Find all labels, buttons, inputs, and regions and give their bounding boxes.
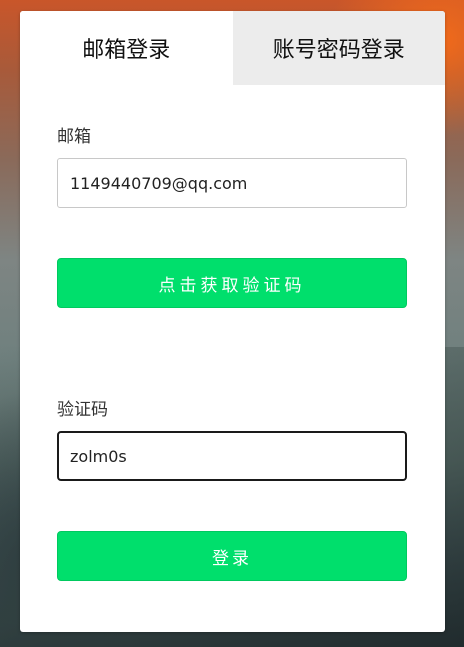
login-button[interactable]: 登录 bbox=[57, 531, 407, 581]
form-spacer bbox=[57, 308, 408, 398]
tab-email-login[interactable]: 邮箱登录 bbox=[20, 11, 233, 85]
login-tabs: 邮箱登录 账号密码登录 bbox=[20, 11, 445, 85]
login-card: 邮箱登录 账号密码登录 邮箱 点击获取验证码 验证码 登录 bbox=[20, 11, 445, 632]
email-label: 邮箱 bbox=[57, 127, 91, 147]
code-label: 验证码 bbox=[57, 400, 108, 420]
get-code-button[interactable]: 点击获取验证码 bbox=[57, 258, 407, 308]
login-form: 邮箱 点击获取验证码 验证码 登录 bbox=[20, 125, 445, 581]
email-input[interactable] bbox=[57, 158, 407, 208]
tab-account-password-login[interactable]: 账号密码登录 bbox=[232, 11, 445, 85]
verification-code-input[interactable] bbox=[57, 431, 407, 481]
